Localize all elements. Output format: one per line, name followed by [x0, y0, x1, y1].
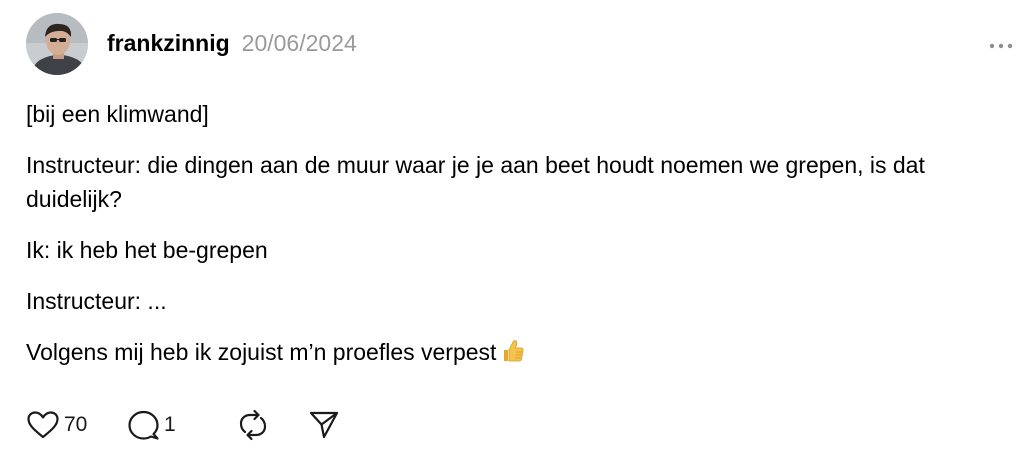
post-text-line: Instructeur: die dingen aan de muur waar…	[26, 152, 925, 212]
username[interactable]: frankzinnig	[107, 30, 230, 57]
heart-icon	[27, 411, 59, 439]
post-text-line: Ik: ik heb het be-grepen	[26, 237, 268, 263]
speech-bubble-icon	[128, 410, 159, 440]
more-options-button[interactable]	[986, 38, 1016, 54]
repost-icon	[239, 409, 267, 441]
person-avatar-icon	[26, 13, 88, 75]
avatar[interactable]	[26, 13, 88, 75]
post-text-line: Volgens mij heb ik zojuist m’n proefles …	[26, 339, 497, 365]
repost-button[interactable]	[236, 408, 308, 442]
post-text-line: Instructeur: ...	[26, 288, 167, 314]
post-body: [bij een klimwand] Instructeur: die ding…	[26, 97, 1006, 386]
ellipsis-icon	[989, 43, 1013, 49]
like-count: 70	[64, 413, 88, 436]
send-icon	[309, 411, 339, 439]
post-actions: 70 1	[26, 406, 340, 444]
like-button[interactable]: 70	[26, 410, 126, 440]
post-text-line-last: Volgens mij heb ik zojuist m’n proefles …	[26, 335, 1006, 369]
post-card: frankzinnig 20/06/2024 [bij een klimwand…	[0, 0, 1024, 456]
share-button[interactable]	[308, 409, 340, 441]
post-text-line: [bij een klimwand]	[26, 101, 209, 127]
post-timestamp: 20/06/2024	[241, 30, 357, 56]
thumbs-up-emoji-icon	[500, 338, 526, 364]
post-header: frankzinnig 20/06/2024	[107, 30, 357, 60]
reply-count: 1	[164, 413, 176, 436]
reply-button[interactable]: 1	[126, 409, 236, 441]
